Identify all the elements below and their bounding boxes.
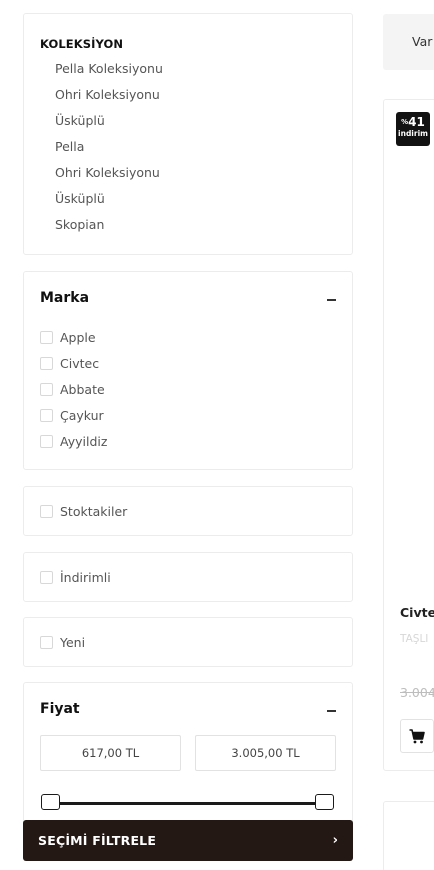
price-slider-track[interactable] [44, 802, 332, 805]
apply-filter-label: SEÇİMİ FİLTRELE [38, 833, 157, 848]
price-min-field[interactable]: 617,00 TL [40, 735, 181, 771]
product-brand[interactable]: Civte [400, 605, 434, 620]
apply-filter-button[interactable]: SEÇİMİ FİLTRELE › [23, 820, 353, 861]
discount-percent: %41 [396, 116, 430, 129]
price-slider-max-handle[interactable] [315, 794, 334, 810]
collection-title: KOLEKSİYON [40, 37, 124, 51]
discount-label: indirim [398, 129, 428, 138]
brand-option-civtec[interactable]: Civtec [40, 356, 99, 371]
collection-item[interactable]: Ohri Koleksiyonu [55, 165, 160, 180]
brand-option-label: Çaykur [60, 408, 104, 423]
product-old-price: 3.004 [400, 685, 434, 700]
checkbox[interactable] [40, 357, 53, 370]
discount-label: İndirimli [60, 570, 111, 585]
sort-label: Var [412, 34, 433, 49]
price-filter-panel: Fiyat 617,00 TL 3.005,00 TL [23, 682, 353, 842]
product-card[interactable] [383, 801, 434, 870]
new-option[interactable]: Yeni [40, 635, 85, 650]
new-label: Yeni [60, 635, 86, 650]
checkbox[interactable] [40, 435, 53, 448]
collapse-minus-icon[interactable] [327, 299, 336, 301]
collection-item[interactable]: Skopian [55, 217, 104, 232]
brand-option-label: Civtec [60, 356, 100, 371]
discount-badge: %41 indirim [396, 112, 430, 146]
brand-title: Marka [40, 290, 90, 306]
brand-option-caykur[interactable]: Çaykur [40, 408, 104, 423]
price-max-field[interactable]: 3.005,00 TL [195, 735, 336, 771]
collection-panel: KOLEKSİYON Pella Koleksiyonu Ohri Koleks… [23, 13, 353, 255]
new-filter-panel: Yeni [23, 617, 353, 667]
brand-filter-panel: Marka Apple Civtec Abbate Çaykur Ayyildi… [23, 271, 353, 470]
price-slider-min-handle[interactable] [41, 794, 60, 810]
checkbox[interactable] [40, 571, 53, 584]
collection-item[interactable]: Pella Koleksiyonu [55, 61, 163, 76]
cart-icon [409, 728, 425, 743]
sort-dropdown[interactable]: Var [383, 14, 434, 70]
brand-option-label: Ayyildiz [60, 434, 108, 449]
discount-option[interactable]: İndirimli [40, 570, 111, 585]
discount-filter-panel: İndirimli [23, 552, 353, 602]
checkbox[interactable] [40, 409, 53, 422]
discount-value: 41 [408, 115, 425, 129]
brand-option-label: Apple [60, 330, 96, 345]
collection-item[interactable]: Ohri Koleksiyonu [55, 87, 160, 102]
collection-item[interactable]: Üsküplü [55, 113, 105, 128]
collapse-minus-icon[interactable] [327, 710, 336, 712]
checkbox[interactable] [40, 383, 53, 396]
checkbox[interactable] [40, 505, 53, 518]
brand-option-abbate[interactable]: Abbate [40, 382, 105, 397]
add-to-cart-button[interactable] [400, 719, 434, 753]
checkbox[interactable] [40, 636, 53, 649]
brand-option-ayyildiz[interactable]: Ayyildiz [40, 434, 107, 449]
collection-item[interactable]: Üsküplü [55, 191, 105, 206]
chevron-right-icon: › [332, 833, 338, 848]
stock-option[interactable]: Stoktakiler [40, 504, 127, 519]
collection-item[interactable]: Pella [55, 139, 84, 154]
product-subtitle: TAŞLI [400, 633, 429, 645]
checkbox[interactable] [40, 331, 53, 344]
product-card[interactable]: %41 indirim Civte TAŞLI 3.004 [383, 99, 434, 771]
stock-filter-panel: Stoktakiler [23, 486, 353, 536]
price-title: Fiyat [40, 701, 80, 717]
brand-option-apple[interactable]: Apple [40, 330, 96, 345]
brand-option-label: Abbate [60, 382, 105, 397]
stock-label: Stoktakiler [60, 504, 128, 519]
